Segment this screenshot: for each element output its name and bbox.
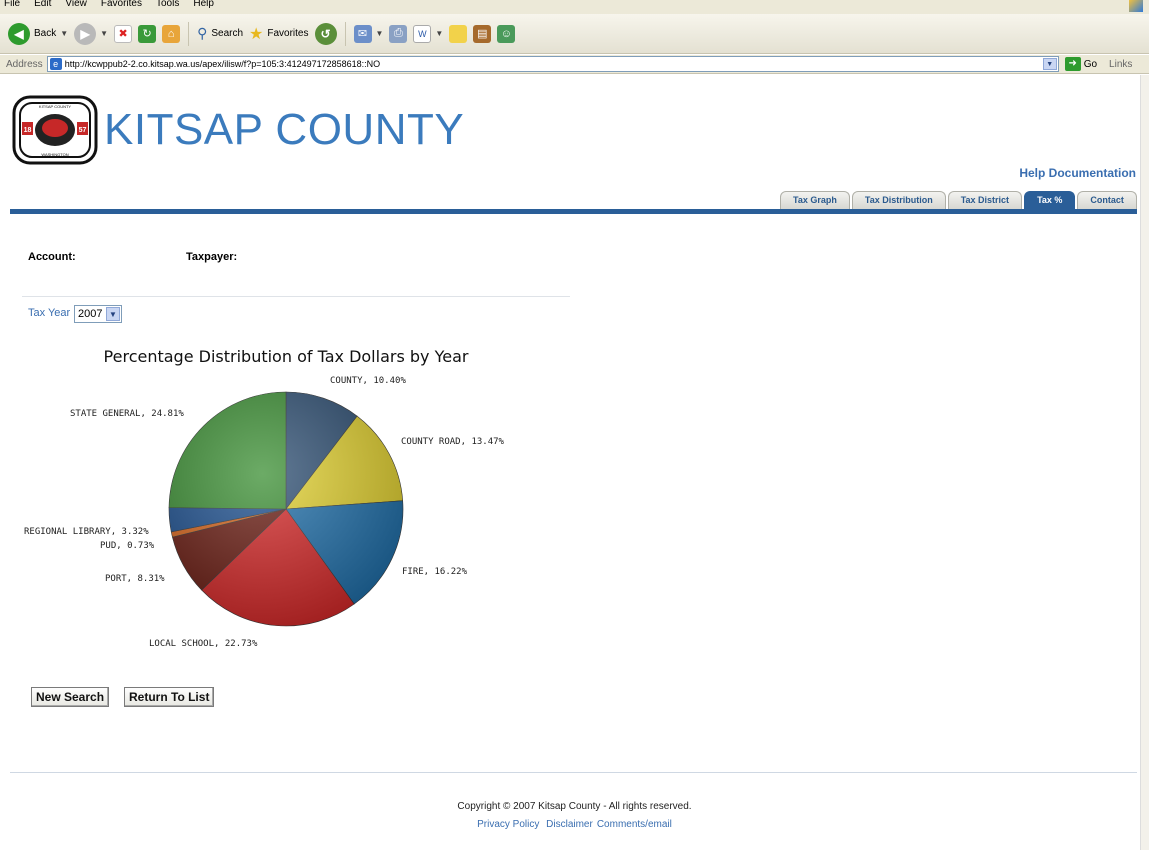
menu-view[interactable]: View [65,0,87,14]
seal-year-left: 18 [24,127,32,134]
windows-logo-icon [1129,0,1143,12]
tab-tax-graph[interactable]: Tax Graph [780,191,850,209]
back-dropdown-icon[interactable]: ▼ [60,29,68,38]
taxpayer-label: Taxpayer: [186,251,238,263]
web-page: 18 57 KITSAP COUNTY WASHINGTON KITSAP CO… [0,75,1140,850]
word-icon: W [413,24,432,43]
chevron-down-icon[interactable]: ▼ [106,307,120,321]
section-divider [22,296,570,297]
privacy-policy-link[interactable]: Privacy Policy [477,819,539,830]
new-search-button[interactable]: New Search [31,687,110,707]
disclaimer-link[interactable]: Disclaimer [546,819,593,830]
stop-icon[interactable]: ✖ [114,24,133,43]
tab-tax-distribution[interactable]: Tax Distribution [851,191,946,209]
slice-label-county-road: COUNTY ROAD, 13.47% [401,437,505,447]
page-icon: e [49,58,62,70]
help-documentation-link[interactable]: Help Documentation [1019,166,1136,180]
chart-title: Percentage Distribution of Tax Dollars b… [104,347,469,366]
address-label: Address [6,58,43,70]
tab-bar: Tax Graph Tax Distribution Tax District … [780,191,1139,209]
pie-slices [168,391,404,627]
site-title: KITSAP COUNTY [104,105,465,154]
print-icon[interactable]: ⎙ [389,24,408,43]
slice-label-county: COUNTY, 10.40% [330,376,406,386]
slice-label-fire: FIRE, 16.22% [402,567,468,577]
tax-distribution-pie-chart: Percentage Distribution of Tax Dollars b… [24,347,505,649]
mail-button[interactable]: ✉ ▼ [353,24,384,43]
copyright-text: Copyright © 2007 Kitsap County - All rig… [457,801,692,812]
search-icon: ⚲ [197,25,208,41]
menu-favorites[interactable]: Favorites [101,0,142,14]
toolbar-separator [188,21,190,46]
menu-bar: File Edit View Favorites Tools Help [0,0,1149,14]
notes-icon[interactable] [449,24,468,43]
go-arrow-icon: ➜ [1064,57,1081,71]
refresh-icon[interactable]: ↻ [138,24,157,43]
menu-tools[interactable]: Tools [156,0,179,14]
mail-dropdown-icon: ▼ [375,29,384,38]
menu-help[interactable]: Help [193,0,214,14]
tax-year-value: 2007 [78,308,103,320]
slice-label-local-school: LOCAL SCHOOL, 22.73% [149,639,258,649]
forward-arrow-icon: ▶ [74,22,97,45]
county-seal-logo: 18 57 KITSAP COUNTY WASHINGTON [12,95,98,165]
address-bar: Address e http://kcwppub2-2.co.kitsap.wa… [0,55,1149,74]
go-label: Go [1083,58,1098,70]
star-icon: ★ [249,25,264,43]
return-to-list-button[interactable]: Return To List [124,687,215,707]
back-button[interactable]: ◀ Back ▼ [8,22,68,45]
favorites-button[interactable]: ★ Favorites [249,24,308,44]
home-icon[interactable]: ⌂ [162,24,181,43]
edit-dropdown-icon: ▼ [435,29,444,38]
back-arrow-icon: ◀ [8,22,30,45]
messenger-icon[interactable]: ☺ [497,24,516,43]
slice-label-state-general: STATE GENERAL, 24.81% [70,409,184,419]
go-button[interactable]: ➜ Go [1064,57,1098,71]
mail-icon: ✉ [353,24,372,43]
account-label: Account: [28,251,76,263]
favorites-label: Favorites [267,28,309,39]
seal-top-text: KITSAP COUNTY [39,104,71,109]
url-text: http://kcwppub2-2.co.kitsap.wa.us/apex/i… [64,59,381,69]
header-divider [10,209,1137,214]
url-input[interactable]: e http://kcwppub2-2.co.kitsap.wa.us/apex… [46,56,1059,72]
forward-button[interactable]: ▶ ▼ [74,22,108,45]
seal-year-right: 57 [79,127,87,134]
comments-email-link[interactable]: Comments/email [597,819,672,830]
menu-file[interactable]: File [4,0,20,14]
search-label: Search [211,28,244,39]
toolbar-separator [344,21,346,46]
menu-edit[interactable]: Edit [34,0,51,14]
footer-links: Privacy Policy Disclaimer Comments/email [0,819,1149,830]
forward-dropdown-icon[interactable]: ▼ [100,29,108,38]
vertical-scrollbar[interactable] [1140,75,1149,850]
tax-year-select[interactable]: 2007 ▼ [74,305,122,323]
research-icon[interactable]: ▤ [473,24,492,43]
url-dropdown-icon[interactable]: ▼ [1042,58,1057,70]
search-button[interactable]: ⚲ Search [197,25,243,42]
links-button[interactable]: Links [1109,59,1132,70]
history-icon[interactable]: ↺ [314,22,337,45]
browser-toolbar: ◀ Back ▼ ▶ ▼ ✖ ↻ ⌂ ⚲ Search ★ Favorites … [0,14,1149,54]
back-label: Back [34,28,57,39]
tab-tax-district[interactable]: Tax District [947,191,1023,209]
tab-contact[interactable]: Contact [1077,191,1137,209]
edit-button[interactable]: W ▼ [413,24,444,43]
tax-year-label: Tax Year [28,307,71,319]
slice-label-regional-library: REGIONAL LIBRARY, 3.32% [24,527,149,537]
slice-label-port: PORT, 8.31% [105,574,165,584]
tab-tax-percent[interactable]: Tax % [1024,191,1076,209]
slice-label-pud: PUD, 0.73% [100,541,155,551]
footer-divider [10,772,1137,773]
seal-bottom-text: WASHINGTON [41,152,68,157]
pie-slice-state-general [168,391,287,510]
